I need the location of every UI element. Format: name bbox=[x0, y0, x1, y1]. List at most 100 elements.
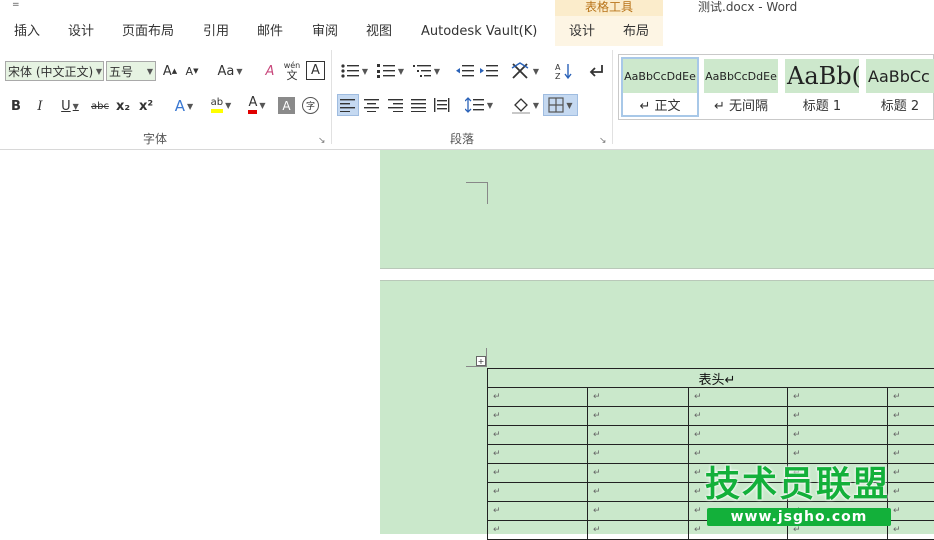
table-cell[interactable]: ↵ bbox=[887, 482, 934, 502]
watermark-title: 技术员联盟 bbox=[705, 465, 891, 505]
phonetic-guide-button[interactable]: wén 文 bbox=[283, 59, 301, 83]
character-shading-button[interactable]: A bbox=[278, 97, 295, 114]
table-cell[interactable]: ↵ bbox=[487, 520, 588, 540]
shrink-font-button[interactable]: A ▼ bbox=[183, 61, 201, 81]
table-cell[interactable]: ↵ bbox=[487, 482, 588, 502]
style-heading-2[interactable]: AaBbCc 标题 2 bbox=[866, 59, 934, 115]
font-color-button[interactable]: A ▼ bbox=[240, 94, 274, 116]
paint-bucket-icon bbox=[511, 98, 530, 114]
change-case-button[interactable]: Aa ▼ bbox=[215, 61, 245, 81]
table-cell[interactable]: ↵ bbox=[787, 387, 888, 407]
superscript-button[interactable]: x² bbox=[137, 96, 155, 116]
table-cell[interactable]: ↵ bbox=[587, 387, 689, 407]
table-cell[interactable]: ↵ bbox=[787, 425, 888, 445]
enclose-characters-button[interactable]: 字 bbox=[302, 97, 319, 114]
table-cell[interactable]: ↵ bbox=[487, 463, 588, 483]
character-border-button[interactable]: A bbox=[306, 61, 325, 80]
tab-review[interactable]: 审阅 bbox=[312, 16, 338, 46]
font-dialog-launcher[interactable]: ↘ bbox=[318, 136, 326, 146]
style-name: 标题 2 bbox=[880, 99, 920, 114]
table-cell[interactable]: ↵ bbox=[887, 520, 934, 540]
tab-table-layout[interactable]: 布局 bbox=[609, 16, 663, 46]
table-cell[interactable]: ↵ bbox=[587, 425, 689, 445]
tab-autodesk-vault[interactable]: Autodesk Vault(K) bbox=[421, 16, 537, 46]
align-left-button[interactable] bbox=[337, 94, 359, 116]
distributed-button[interactable] bbox=[431, 94, 453, 116]
table-cell[interactable]: ↵ bbox=[487, 501, 588, 521]
style-normal[interactable]: AaBbCcDdEe ↵ 正文 bbox=[621, 57, 699, 117]
document-page-1[interactable] bbox=[380, 150, 934, 269]
font-color-icon: A bbox=[248, 96, 258, 114]
shading-button[interactable]: ▼ bbox=[508, 94, 542, 116]
distributed-icon bbox=[434, 98, 450, 112]
table-cell[interactable]: ↵ bbox=[487, 406, 588, 426]
table-cell[interactable]: ↵ bbox=[587, 463, 689, 483]
italic-button[interactable]: I bbox=[31, 96, 49, 116]
align-right-button[interactable] bbox=[385, 94, 407, 116]
align-center-button[interactable] bbox=[361, 94, 383, 116]
table-cell[interactable]: ↵ bbox=[887, 387, 934, 407]
style-name: 标题 1 bbox=[802, 99, 842, 114]
tab-table-design[interactable]: 设计 bbox=[555, 16, 609, 46]
chevron-down-icon: ▼ bbox=[72, 101, 79, 111]
table-cell[interactable]: ↵ bbox=[587, 482, 689, 502]
sort-button[interactable]: AZ bbox=[553, 60, 575, 82]
table-cell[interactable]: ↵ bbox=[487, 387, 588, 407]
clear-formatting-button[interactable]: A bbox=[260, 61, 280, 81]
chevron-down-icon: ▼ bbox=[259, 100, 266, 110]
paragraph-dialog-launcher[interactable]: ↘ bbox=[599, 136, 607, 146]
grow-font-button[interactable]: A ▲ bbox=[161, 61, 179, 81]
tab-view[interactable]: 视图 bbox=[366, 16, 392, 46]
table-move-handle-icon[interactable]: + bbox=[476, 356, 486, 366]
table-cell[interactable]: ↵ bbox=[887, 444, 934, 464]
bold-button[interactable]: B bbox=[7, 96, 25, 116]
table-cell[interactable]: ↵ bbox=[487, 444, 588, 464]
table-cell[interactable]: ↵ bbox=[487, 425, 588, 445]
bullets-button[interactable]: ▼ bbox=[338, 60, 370, 82]
borders-button[interactable]: ▼ bbox=[543, 94, 578, 116]
justify-button[interactable] bbox=[408, 94, 430, 116]
numbering-button[interactable]: ▼ bbox=[374, 60, 406, 82]
style-name: ↵ 无间隔 bbox=[713, 99, 769, 114]
increase-indent-button[interactable] bbox=[478, 60, 500, 82]
table-cell[interactable]: ↵ bbox=[887, 425, 934, 445]
decrease-indent-icon bbox=[456, 65, 474, 77]
style-heading-1[interactable]: AaBb( 标题 1 bbox=[785, 59, 859, 115]
tab-mailings[interactable]: 邮件 bbox=[257, 16, 283, 46]
table-cell[interactable]: ↵ bbox=[587, 406, 689, 426]
subscript-button[interactable]: x₂ bbox=[114, 96, 132, 116]
chinese-layout-button[interactable]: ▼ bbox=[509, 60, 541, 82]
font-size-dropdown[interactable]: ▼ bbox=[142, 61, 156, 81]
table-cell[interactable]: ↵ bbox=[688, 387, 788, 407]
tab-design[interactable]: 设计 bbox=[68, 16, 94, 46]
table-cell[interactable]: ↵ bbox=[887, 463, 934, 483]
table-header-cell[interactable]: 表头↵ bbox=[487, 368, 934, 388]
table-cell[interactable]: ↵ bbox=[688, 425, 788, 445]
line-spacing-button[interactable]: ▼ bbox=[462, 94, 496, 116]
table-cell[interactable]: ↵ bbox=[887, 501, 934, 521]
table-cell[interactable]: ↵ bbox=[587, 444, 689, 464]
strikethrough-button[interactable]: abc bbox=[89, 96, 111, 116]
multilevel-list-button[interactable]: ▼ bbox=[410, 60, 442, 82]
superscript-icon: x² bbox=[138, 98, 154, 114]
table-cell[interactable]: ↵ bbox=[787, 406, 888, 426]
line-spacing-icon bbox=[464, 97, 484, 113]
text-highlight-button[interactable]: ab ▼ bbox=[204, 94, 238, 116]
table-cell[interactable]: ↵ bbox=[587, 501, 689, 521]
font-name-box[interactable]: 宋体 (中文正文) bbox=[5, 61, 104, 81]
quick-access-toolbar-arrow[interactable]: = bbox=[12, 0, 20, 10]
table-cell[interactable]: ↵ bbox=[787, 444, 888, 464]
style-no-spacing[interactable]: AaBbCcDdEe ↵ 无间隔 bbox=[704, 59, 778, 115]
tab-page-layout[interactable]: 页面布局 bbox=[122, 16, 174, 46]
tab-references[interactable]: 引用 bbox=[203, 16, 229, 46]
table-cell[interactable]: ↵ bbox=[887, 406, 934, 426]
table-cell[interactable]: ↵ bbox=[587, 520, 689, 540]
underline-button[interactable]: U ▼ bbox=[55, 96, 85, 116]
text-effects-button[interactable]: A ▼ bbox=[168, 96, 200, 116]
font-name-dropdown[interactable]: ▼ bbox=[91, 61, 105, 81]
table-cell[interactable]: ↵ bbox=[688, 444, 788, 464]
show-formatting-marks-button[interactable] bbox=[585, 60, 607, 82]
decrease-indent-button[interactable] bbox=[454, 60, 476, 82]
tab-insert[interactable]: 插入 bbox=[14, 16, 40, 46]
table-cell[interactable]: ↵ bbox=[688, 406, 788, 426]
